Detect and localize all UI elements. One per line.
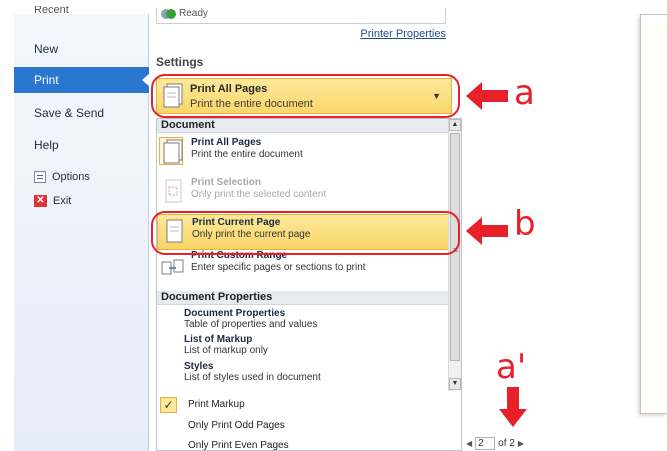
printer-status-text: Ready [179, 8, 208, 19]
toggle-label: Print Markup [188, 399, 245, 410]
scroll-down-icon[interactable]: ▼ [449, 378, 461, 390]
toggle-odd-pages[interactable]: Only Print Odd Pages [157, 416, 461, 436]
annotation-arrow-b-icon [466, 217, 508, 245]
option-document-properties[interactable]: Document Properties Table of properties … [184, 308, 449, 330]
option-title: Document Properties [184, 308, 286, 319]
options-icon [34, 171, 46, 183]
nav-item-save-send-label: Save & Send [34, 106, 105, 120]
option-subtitle: List of styles used in document [184, 372, 321, 383]
toggle-print-markup[interactable]: ✓ Print Markup [157, 395, 461, 415]
nav-item-recent[interactable]: Recent [14, 6, 149, 20]
toggle-even-pages[interactable]: Only Print Even Pages [157, 436, 461, 451]
backstage-nav: Recent New Print Save & Send Help Option… [14, 6, 150, 451]
annotation-arrow-down-icon [499, 387, 527, 427]
printer-ready-icon [161, 9, 176, 19]
nav-item-new[interactable]: New [14, 36, 149, 62]
option-title: Styles [184, 361, 214, 372]
annotation-label-a-prime: a' [496, 347, 527, 387]
option-list-of-markup[interactable]: List of Markup List of markup only [184, 334, 449, 356]
previous-page-icon[interactable]: ◀ [466, 439, 472, 448]
annotation-oval-b [151, 211, 460, 255]
nav-item-options[interactable]: Options [34, 168, 90, 186]
active-pointer-icon [142, 73, 150, 87]
pages-icon [162, 139, 184, 168]
option-title: Print Selection [191, 177, 262, 188]
option-subtitle: Print the entire document [191, 149, 303, 160]
option-styles[interactable]: Styles List of styles used in document [184, 361, 449, 383]
annotation-oval-a [151, 74, 460, 118]
option-print-selection[interactable]: Print Selection Only print the selected … [157, 175, 449, 211]
custom-range-icon [161, 259, 185, 280]
toggle-label: Only Print Odd Pages [188, 420, 285, 431]
settings-heading: Settings [156, 55, 204, 69]
printer-properties-link[interactable]: Printer Properties [360, 28, 446, 40]
option-subtitle: Only print the selected content [191, 189, 327, 200]
section-document: Document [157, 119, 449, 133]
page-total: of 2 [498, 438, 515, 449]
nav-item-new-label: New [34, 42, 59, 56]
nav-item-print[interactable]: Print [14, 67, 150, 93]
nav-item-options-label: Options [52, 171, 90, 183]
selection-icon [165, 179, 183, 208]
page-navigator: ◀ 2 of 2 ▶ [466, 436, 524, 451]
nav-item-exit-label: Exit [53, 195, 72, 207]
annotation-arrow-a-icon [466, 82, 508, 110]
option-subtitle: Table of properties and values [184, 319, 318, 330]
current-page-input[interactable]: 2 [475, 437, 496, 450]
checkmark-icon: ✓ [160, 397, 177, 413]
annotation-label-b: b [514, 204, 536, 244]
next-page-icon[interactable]: ▶ [518, 439, 524, 448]
nav-item-print-label: Print [34, 73, 59, 87]
option-subtitle: Enter specific pages or sections to prin… [191, 262, 366, 273]
option-print-all-pages[interactable]: Print All Pages Print the entire documen… [157, 135, 449, 171]
nav-item-exit[interactable]: ✕ Exit [34, 192, 71, 210]
scroll-up-icon[interactable]: ▲ [449, 119, 461, 131]
nav-item-help[interactable]: Help [14, 132, 149, 158]
option-title: List of Markup [184, 334, 253, 345]
print-preview-page [640, 14, 667, 414]
menu-scrollbar[interactable]: ▲ ≡ ▼ [448, 119, 461, 391]
print-range-menu: Document Print All Pages Print the entir… [156, 118, 462, 451]
option-title: Print All Pages [191, 137, 262, 148]
nav-item-save-send[interactable]: Save & Send [14, 100, 149, 126]
toggle-label: Only Print Even Pages [188, 440, 289, 451]
section-document-properties: Document Properties [157, 291, 449, 305]
exit-icon: ✕ [34, 195, 47, 207]
annotation-label-a: a [514, 73, 535, 113]
option-print-custom-range[interactable]: Print Custom Range Enter specific pages … [157, 250, 449, 283]
printer-status-box: Ready [156, 8, 446, 24]
option-subtitle: List of markup only [184, 345, 268, 356]
nav-item-help-label: Help [34, 138, 59, 152]
